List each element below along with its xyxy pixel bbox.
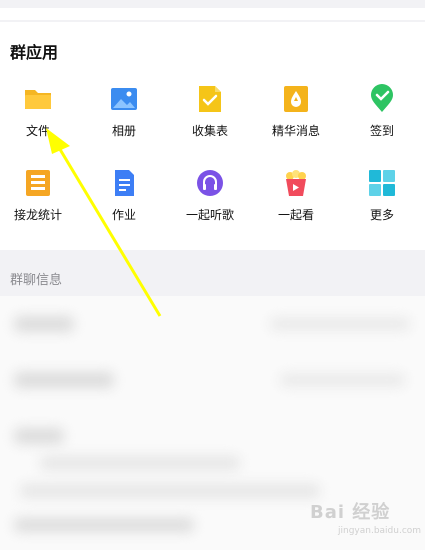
app-highlight[interactable]: 精华消息 (256, 84, 336, 144)
blurred-text (14, 518, 194, 532)
top-gap (0, 0, 425, 8)
photo-album-icon (111, 88, 137, 110)
app-label: 签到 (369, 124, 394, 138)
app-checkin[interactable]: 签到 (342, 84, 422, 144)
app-label: 一起看 (277, 208, 314, 222)
blurred-text (14, 372, 114, 388)
app-listen-together[interactable]: 一起听歌 (170, 168, 250, 228)
app-label: 更多 (369, 208, 394, 222)
app-album[interactable]: 相册 (84, 84, 164, 144)
check-in-icon (371, 84, 393, 112)
previous-card (0, 8, 425, 20)
blurred-text (40, 456, 240, 470)
app-label: 作业 (111, 208, 136, 222)
app-label: 收集表 (191, 124, 228, 138)
group-info-title: 群聊信息 (10, 273, 63, 288)
app-watch-together[interactable]: 一起看 (256, 168, 336, 228)
more-grid-icon (369, 170, 395, 196)
group-apps-title: 群应用 (10, 43, 59, 62)
blurred-text (14, 428, 64, 444)
popcorn-icon (286, 170, 306, 196)
app-homework[interactable]: 作业 (84, 168, 164, 228)
folder-icon (25, 90, 51, 109)
app-label: 一起听歌 (185, 208, 234, 222)
highlight-message-icon (284, 86, 308, 112)
blurred-text (270, 318, 410, 330)
blurred-text (280, 374, 405, 386)
app-file[interactable]: 文件 (0, 84, 78, 144)
app-more[interactable]: 更多 (342, 168, 422, 228)
app-relay[interactable]: 接龙统计 (0, 168, 78, 228)
headphones-icon (197, 170, 223, 196)
app-label: 精华消息 (271, 124, 320, 138)
app-form[interactable]: 收集表 (170, 84, 250, 144)
blurred-text (20, 484, 320, 498)
baidu-watermark-url: jingyan.baidu.com (338, 526, 422, 536)
app-label: 接龙统计 (13, 208, 62, 222)
app-label: 文件 (25, 124, 50, 138)
app-label: 相册 (111, 124, 136, 138)
homework-icon (115, 170, 134, 196)
relay-stats-icon (26, 170, 50, 196)
baidu-watermark: Bai 经验 (310, 502, 391, 523)
blurred-text (14, 316, 74, 332)
form-icon (199, 86, 221, 112)
